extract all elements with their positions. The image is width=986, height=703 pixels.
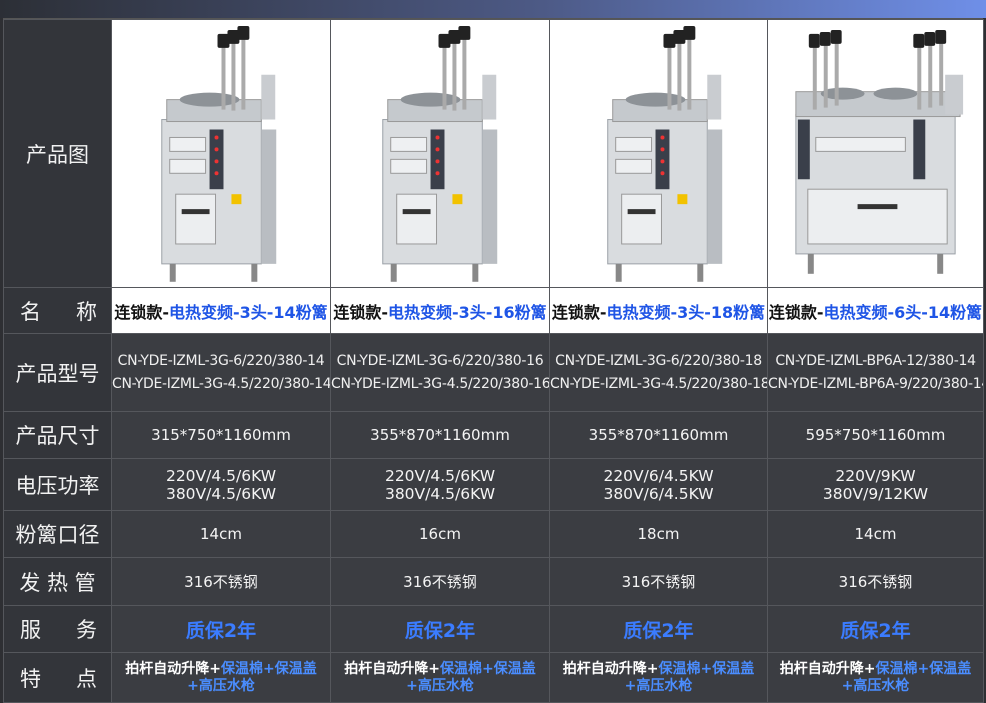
feature-cell-3: 拍杆自动升降+保温棉+保温盖 +高压水枪 <box>549 652 768 703</box>
model-cell-4: CN-YDE-IZML-BP6A-12/380-14 CN-YDE-IZML-BP… <box>767 333 984 412</box>
label-feature: 特点 <box>3 652 112 703</box>
row-service: 服务 质保2年 质保2年 质保2年 质保2年 <box>3 605 984 653</box>
feature-cell-4: 拍杆自动升降+保温棉+保温盖 +高压水枪 <box>767 652 984 703</box>
label-model: 产品型号 <box>3 333 112 412</box>
noodle-cooker-icon <box>607 26 723 282</box>
label-service: 服务 <box>3 605 112 653</box>
label-size: 产品尺寸 <box>3 411 112 459</box>
row-power: 电压功率 220V/4.5/6KW 380V/4.5/6KW 220V/4.5/6… <box>3 458 984 511</box>
label-name: 名称 <box>3 287 112 334</box>
diameter-cell-1: 14cm <box>111 510 331 558</box>
feature-cell-2: 拍杆自动升降+保温棉+保温盖 +高压水枪 <box>330 652 550 703</box>
row-heater: 发 热 管 316不锈钢 316不锈钢 316不锈钢 316不锈钢 <box>3 557 984 606</box>
diameter-cell-4: 14cm <box>767 510 984 558</box>
model-cell-3: CN-YDE-IZML-3G-6/220/380-18 CN-YDE-IZML-3… <box>549 333 768 412</box>
row-image: 产品图 <box>3 19 984 288</box>
service-cell-2: 质保2年 <box>330 605 550 653</box>
noodle-cooker-icon <box>161 26 277 282</box>
row-diameter: 粉篱口径 14cm 16cm 18cm 14cm <box>3 510 984 558</box>
row-size: 产品尺寸 315*750*1160mm 355*870*1160mm 355*8… <box>3 411 984 459</box>
noodle-cooker-icon <box>382 26 498 282</box>
service-cell-3: 质保2年 <box>549 605 768 653</box>
noodle-cooker-icon <box>795 30 964 274</box>
label-diameter: 粉篱口径 <box>3 510 112 558</box>
product-name-3: 连锁款-电热变频-3头-18粉篱 <box>549 287 768 334</box>
service-cell-4: 质保2年 <box>767 605 984 653</box>
label-heater: 发 热 管 <box>3 557 112 606</box>
label-image: 产品图 <box>3 19 112 288</box>
row-model: 产品型号 CN-YDE-IZML-3G-6/220/380-14 CN-YDE-I… <box>3 333 984 412</box>
power-cell-3: 220V/6/4.5KW 380V/6/4.5KW <box>549 458 768 511</box>
label-power: 电压功率 <box>3 458 112 511</box>
service-cell-1: 质保2年 <box>111 605 331 653</box>
comparison-table: 产品图 名 称 连锁款-电热变频-3头-14粉篱 连锁款-电热变频-3头-16粉… <box>3 19 984 703</box>
heater-cell-3: 316不锈钢 <box>549 557 768 606</box>
diameter-cell-2: 16cm <box>330 510 550 558</box>
top-gradient-bar <box>0 0 986 18</box>
size-cell-4: 595*750*1160mm <box>767 411 984 459</box>
power-cell-1: 220V/4.5/6KW 380V/4.5/6KW <box>111 458 331 511</box>
product-name-2: 连锁款-电热变频-3头-16粉篱 <box>330 287 550 334</box>
product-name-1: 连锁款-电热变频-3头-14粉篱 <box>111 287 331 334</box>
heater-cell-2: 316不锈钢 <box>330 557 550 606</box>
product-image-1 <box>111 19 331 288</box>
product-image-4 <box>767 19 984 288</box>
power-cell-2: 220V/4.5/6KW 380V/4.5/6KW <box>330 458 550 511</box>
heater-cell-1: 316不锈钢 <box>111 557 331 606</box>
model-cell-2: CN-YDE-IZML-3G-6/220/380-16 CN-YDE-IZML-3… <box>330 333 550 412</box>
row-name: 名称 连锁款-电热变频-3头-14粉篱 连锁款-电热变频-3头-16粉篱 连锁款… <box>3 287 984 334</box>
heater-cell-4: 316不锈钢 <box>767 557 984 606</box>
row-feature: 特点 拍杆自动升降+保温棉+保温盖 +高压水枪 拍杆自动升降+保温棉+保温盖 +… <box>3 652 984 703</box>
product-name-4: 连锁款-电热变频-6头-14粉篱 <box>767 287 984 334</box>
product-image-3 <box>549 19 768 288</box>
model-cell-1: CN-YDE-IZML-3G-6/220/380-14 CN-YDE-IZML-3… <box>111 333 331 412</box>
comparison-table-wrap: 产品图 名 称 连锁款-电热变频-3头-14粉篱 连锁款-电热变频-3头-16粉… <box>3 18 984 703</box>
diameter-cell-3: 18cm <box>549 510 768 558</box>
size-cell-1: 315*750*1160mm <box>111 411 331 459</box>
product-image-2 <box>330 19 550 288</box>
size-cell-3: 355*870*1160mm <box>549 411 768 459</box>
size-cell-2: 355*870*1160mm <box>330 411 550 459</box>
feature-cell-1: 拍杆自动升降+保温棉+保温盖 +高压水枪 <box>111 652 331 703</box>
power-cell-4: 220V/9KW 380V/9/12KW <box>767 458 984 511</box>
